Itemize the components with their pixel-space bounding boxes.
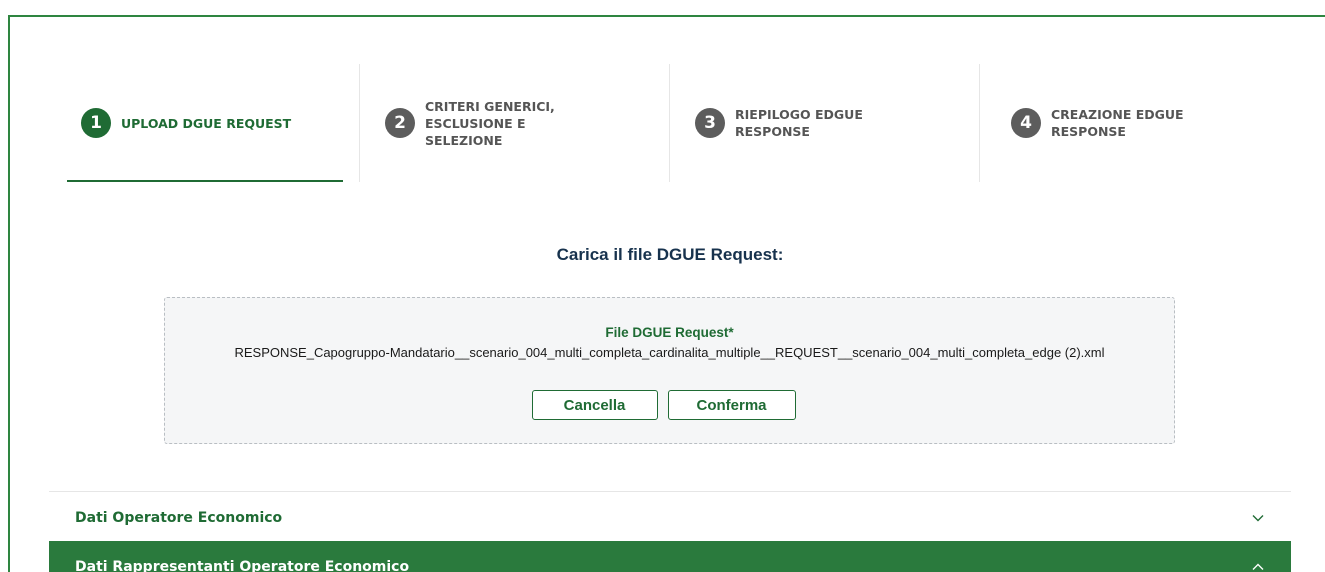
step-number-3: 3 (695, 108, 725, 138)
selected-file-name: RESPONSE_Capogruppo-Mandatario__scenario… (234, 345, 1105, 360)
step-riepilogo-edgue-response[interactable]: 3 RIEPILOGO EDGUE RESPONSE (669, 64, 979, 182)
wizard-stepper: 1 UPLOAD DGUE REQUEST 2 CRITERI GENERICI… (49, 64, 1291, 182)
file-field-label: File DGUE Request* (605, 325, 734, 340)
step-number-2: 2 (385, 108, 415, 138)
accordion-dati-rappresentanti[interactable]: Dati Rappresentanti Operatore Economico (49, 541, 1291, 572)
upload-title: Carica il file DGUE Request: (556, 245, 784, 264)
step-upload-dgue-request[interactable]: 1 UPLOAD DGUE REQUEST (49, 64, 359, 182)
step-creazione-edgue-response[interactable]: 4 CREAZIONE EDGUE RESPONSE (979, 64, 1289, 182)
confirm-button[interactable]: Conferma (667, 390, 796, 420)
step-label: UPLOAD DGUE REQUEST (121, 115, 292, 131)
cancel-button[interactable]: Cancella (531, 390, 658, 420)
step-number-1: 1 (81, 108, 111, 138)
accordion-title: Dati Operatore Economico (75, 509, 283, 526)
step-number-4: 4 (1011, 108, 1041, 138)
upload-actions: Cancella Conferma (165, 390, 1174, 420)
file-upload-dropzone[interactable]: File DGUE Request* RESPONSE_Capogruppo-M… (164, 297, 1175, 444)
step-label: RIEPILOGO EDGUE RESPONSE (735, 107, 863, 139)
step-label: CRITERI GENERICI, ESCLUSIONE E SELEZIONE (425, 98, 555, 148)
step-label: CREAZIONE EDGUE RESPONSE (1051, 107, 1184, 139)
accordion-dati-operatore-economico[interactable]: Dati Operatore Economico (49, 491, 1291, 543)
active-step-indicator (67, 180, 343, 182)
step-criteri-generici[interactable]: 2 CRITERI GENERICI, ESCLUSIONE E SELEZIO… (359, 64, 669, 182)
chevron-down-icon[interactable] (1251, 511, 1265, 525)
chevron-up-icon[interactable] (1251, 560, 1265, 572)
accordion-title: Dati Rappresentanti Operatore Economico (75, 559, 410, 572)
